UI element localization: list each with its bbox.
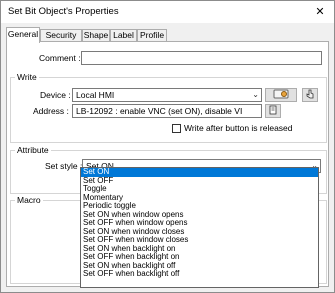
hand-pointer-icon <box>306 89 314 99</box>
address-label: Address : <box>33 106 69 116</box>
comment-field[interactable] <box>81 51 322 65</box>
device-settings-icon <box>273 89 289 99</box>
set-style-label: Set style : <box>45 161 83 171</box>
write-group: Write Device : Local HMI ⌄ Address : LB-… <box>10 72 327 143</box>
dialog-title: Set Bit Object's Properties <box>8 6 119 17</box>
write-group-title: Write <box>15 72 39 82</box>
set-style-dropdown-list: Set ON Set OFF Toggle Momentary Periodic… <box>80 167 319 288</box>
device-browse-button[interactable] <box>302 88 318 102</box>
attribute-group-title: Attribute <box>15 145 51 155</box>
properties-dialog: Set Bit Object's Properties ✕ General Se… <box>0 0 335 293</box>
set-style-option[interactable]: Set OFF when backlight off <box>81 269 318 279</box>
device-select[interactable]: Local HMI ⌄ <box>72 88 262 102</box>
title-bar: Set Bit Object's Properties ✕ <box>1 1 334 23</box>
device-label: Device : <box>40 90 71 100</box>
tab-general[interactable]: General <box>6 27 40 43</box>
address-book-icon <box>269 105 277 115</box>
device-settings-button[interactable] <box>265 88 297 102</box>
address-book-button[interactable] <box>265 104 281 118</box>
set-style-option[interactable]: Set OFF <box>81 176 318 186</box>
write-after-release-checkbox[interactable] <box>172 124 181 133</box>
device-select-value: Local HMI <box>76 90 115 100</box>
macro-group-title: Macro <box>15 195 43 205</box>
set-style-option[interactable]: Set ON <box>81 167 318 177</box>
address-select-value: LB-12092 : enable VNC (set ON), disable … <box>76 106 243 116</box>
close-icon[interactable]: ✕ <box>311 4 329 20</box>
write-after-release-label: Write after button is released <box>184 123 293 133</box>
comment-label: Comment : <box>39 53 81 63</box>
address-select[interactable]: LB-12092 : enable VNC (set ON), disable … <box>72 104 262 118</box>
chevron-down-icon: ⌄ <box>252 90 259 99</box>
